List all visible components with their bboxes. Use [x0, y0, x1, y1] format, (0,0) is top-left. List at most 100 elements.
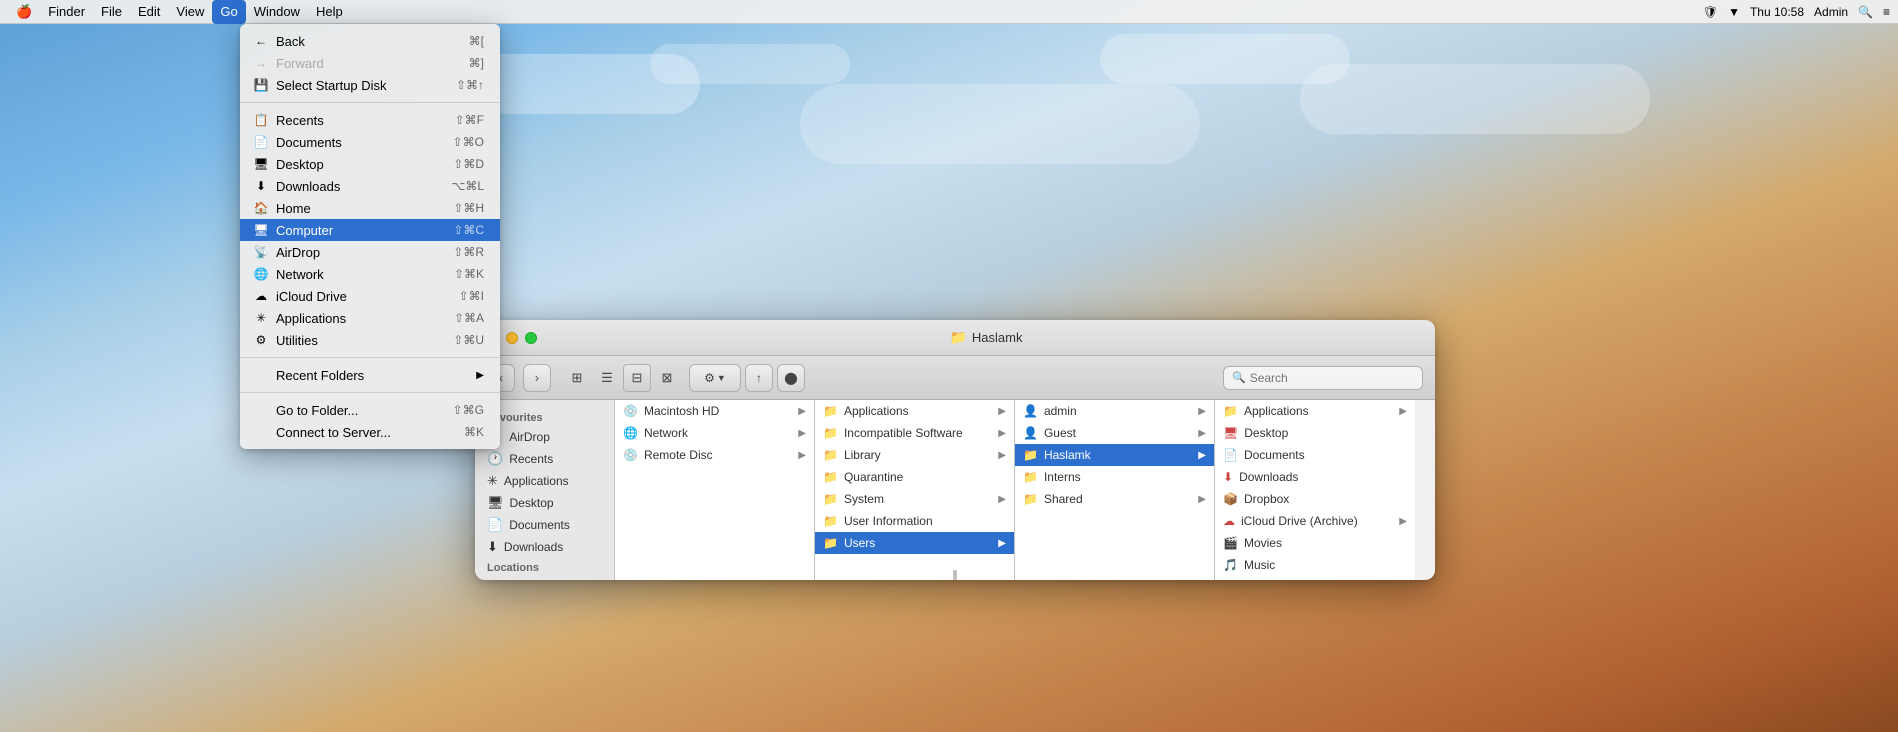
go-menu-recents[interactable]: 📋 Recents ⇧⌘F [240, 109, 500, 131]
col3-guest-arrow: ▶ [1198, 428, 1206, 439]
applications-icon: ✳ [252, 311, 270, 325]
col3-shared[interactable]: 📁 Shared ▶ [1015, 488, 1214, 510]
sidebar-applications-label: Applications [504, 474, 569, 488]
apple-menu[interactable]: 🍎 [8, 0, 40, 24]
go-menu-airdrop[interactable]: 📡 AirDrop ⇧⌘R [240, 241, 500, 263]
sidebar-item-desktop[interactable]: 🖥 Desktop [475, 492, 614, 514]
view-column-btn[interactable]: ⊟ [623, 364, 651, 392]
col4-dropbox[interactable]: 📦 Dropbox [1215, 488, 1415, 510]
col3-haslamk[interactable]: 📁 Haslamk ▶ [1015, 444, 1214, 466]
go-airdrop-label: AirDrop [276, 245, 453, 260]
search-icon: 🔍 [1232, 371, 1246, 384]
go-menu-documents[interactable]: 📄 Documents ⇧⌘O [240, 131, 500, 153]
finder-column-3: 👤 admin ▶ 👤 Guest ▶ 📁 Haslamk ▶ [1015, 400, 1215, 580]
col3-admin-arrow: ▶ [1198, 406, 1206, 417]
menu-help[interactable]: Help [308, 0, 351, 24]
view-gallery-btn[interactable]: ⊠ [653, 364, 681, 392]
go-menu-desktop[interactable]: 🖥 Desktop ⇧⌘D [240, 153, 500, 175]
go-menu-goto-folder[interactable]: Go to Folder... ⇧⌘G [240, 399, 500, 421]
menubar-menu-icon[interactable]: ≡ [1883, 5, 1890, 19]
go-downloads-label: Downloads [276, 179, 451, 194]
col1-remote-disc-label: Remote Disc [644, 448, 713, 462]
menu-view[interactable]: View [168, 0, 212, 24]
go-menu-recent-folders[interactable]: Recent Folders ▶ [240, 364, 500, 386]
go-menu-utilities[interactable]: ⚙ Utilities ⇧⌘U [240, 329, 500, 351]
col4-desktop[interactable]: 🖥 Desktop [1215, 422, 1415, 444]
title-bar-center: 📁 Haslamk [549, 329, 1423, 346]
view-list-btn[interactable]: ☰ [593, 364, 621, 392]
go-menu-section-places: 📋 Recents ⇧⌘F 📄 Documents ⇧⌘O 🖥 Desktop … [240, 107, 500, 353]
menu-edit[interactable]: Edit [130, 0, 168, 24]
col1-macintosh-hd-arrow: ▶ [798, 406, 806, 417]
view-icon-btn[interactable]: ⊞ [563, 364, 591, 392]
col2-library[interactable]: 📁 Library ▶ [815, 444, 1014, 466]
go-menu-computer[interactable]: 🖥 Computer ⇧⌘C [240, 219, 500, 241]
finder-toolbar: ‹ › ⊞ ☰ ⊟ ⊠ ⚙ ▼ ↑ ⬤ [475, 356, 1435, 400]
col4-applications-icon: 📁 [1223, 404, 1238, 418]
sidebar-item-downloads[interactable]: ⬇ Downloads [475, 536, 614, 558]
sidebar-downloads-icon: ⬇ [487, 539, 498, 555]
go-menu-icloud[interactable]: ☁ iCloud Drive ⇧⌘I [240, 285, 500, 307]
col2-quarantine[interactable]: 📁 Quarantine [815, 466, 1014, 488]
col4-music[interactable]: 🎵 Music [1215, 554, 1415, 576]
tag-button[interactable]: ⬤ [777, 364, 805, 392]
sidebar-desktop-label: Desktop [510, 496, 554, 510]
search-bar[interactable]: 🔍 [1223, 366, 1423, 390]
col4-icloud-archive[interactable]: ☁ iCloud Drive (Archive) ▶ [1215, 510, 1415, 532]
share-icon: ↑ [756, 371, 762, 385]
col1-macintosh-hd[interactable]: 💿 Macintosh HD ▶ [615, 400, 814, 422]
go-menu-back[interactable]: ← Back ⌘[ [240, 30, 500, 52]
col2-incompatible-software[interactable]: 📁 Incompatible Software ▶ [815, 422, 1014, 444]
menu-file[interactable]: File [93, 0, 130, 24]
menubar-search-icon[interactable]: 🔍 [1858, 5, 1873, 19]
col3-interns-icon: 📁 [1023, 470, 1038, 484]
window-folder-icon: 📁 [949, 329, 966, 346]
col4-downloads[interactable]: ⬇ Downloads [1215, 466, 1415, 488]
share-button[interactable]: ↑ [745, 364, 773, 392]
minimize-button[interactable] [506, 332, 518, 344]
menu-window[interactable]: Window [246, 0, 308, 24]
col4-dropbox-label: Dropbox [1244, 492, 1289, 506]
forward-icon: › [535, 371, 539, 385]
col4-documents[interactable]: 📄 Documents [1215, 444, 1415, 466]
col3-haslamk-label: Haslamk [1044, 448, 1091, 462]
col4-movies[interactable]: 🎬 Movies [1215, 532, 1415, 554]
col3-interns[interactable]: 📁 Interns [1015, 466, 1214, 488]
col3-admin[interactable]: 👤 admin ▶ [1015, 400, 1214, 422]
col2-quarantine-icon: 📁 [823, 470, 838, 484]
go-menu-downloads[interactable]: ⬇ Downloads ⌥⌘L [240, 175, 500, 197]
go-menu-home[interactable]: 🏠 Home ⇧⌘H [240, 197, 500, 219]
sidebar-item-recents[interactable]: 🕐 Recents [475, 448, 614, 470]
col4-applications[interactable]: 📁 Applications ▶ [1215, 400, 1415, 422]
zoom-button[interactable] [525, 332, 537, 344]
col4-pictures[interactable]: 🖼 Pictures [1215, 576, 1415, 580]
menu-finder[interactable]: Finder [40, 0, 93, 24]
action-button[interactable]: ⚙ ▼ [689, 364, 741, 392]
col2-applications[interactable]: 📁 Applications ▶ [815, 400, 1014, 422]
go-home-label: Home [276, 201, 453, 216]
col2-user-information[interactable]: 📁 User Information [815, 510, 1014, 532]
menu-go[interactable]: Go [212, 0, 245, 24]
sidebar-item-documents[interactable]: 📄 Documents [475, 514, 614, 536]
col3-shared-arrow: ▶ [1198, 494, 1206, 505]
startup-disk-icon: 💾 [252, 78, 270, 92]
go-menu-connect-server[interactable]: Connect to Server... ⌘K [240, 421, 500, 443]
col1-network[interactable]: 🌐 Network ▶ [615, 422, 814, 444]
col2-system[interactable]: 📁 System ▶ [815, 488, 1014, 510]
finder-column-2: 📁 Applications ▶ 📁 Incompatible Software… [815, 400, 1015, 580]
go-menu-applications[interactable]: ✳ Applications ⇧⌘A [240, 307, 500, 329]
desktop-icon: 🖥 [252, 157, 270, 171]
go-menu-startup-disk[interactable]: 💾 Select Startup Disk ⇧⌘↑ [240, 74, 500, 96]
col2-users[interactable]: 📁 Users ▶ [815, 532, 1014, 554]
sidebar-recents-icon: 🕐 [487, 451, 503, 467]
col1-remote-disc[interactable]: 💿 Remote Disc ▶ [615, 444, 814, 466]
divider-2 [240, 357, 500, 358]
go-menu-network[interactable]: 🌐 Network ⇧⌘K [240, 263, 500, 285]
go-forward-shortcut: ⌘] [469, 56, 484, 70]
sidebar-item-applications[interactable]: ✳ Applications [475, 470, 614, 492]
search-input[interactable] [1250, 371, 1414, 385]
go-utilities-label: Utilities [276, 333, 453, 348]
col3-guest[interactable]: 👤 Guest ▶ [1015, 422, 1214, 444]
forward-button[interactable]: › [523, 364, 551, 392]
go-documents-shortcut: ⇧⌘O [453, 135, 484, 149]
